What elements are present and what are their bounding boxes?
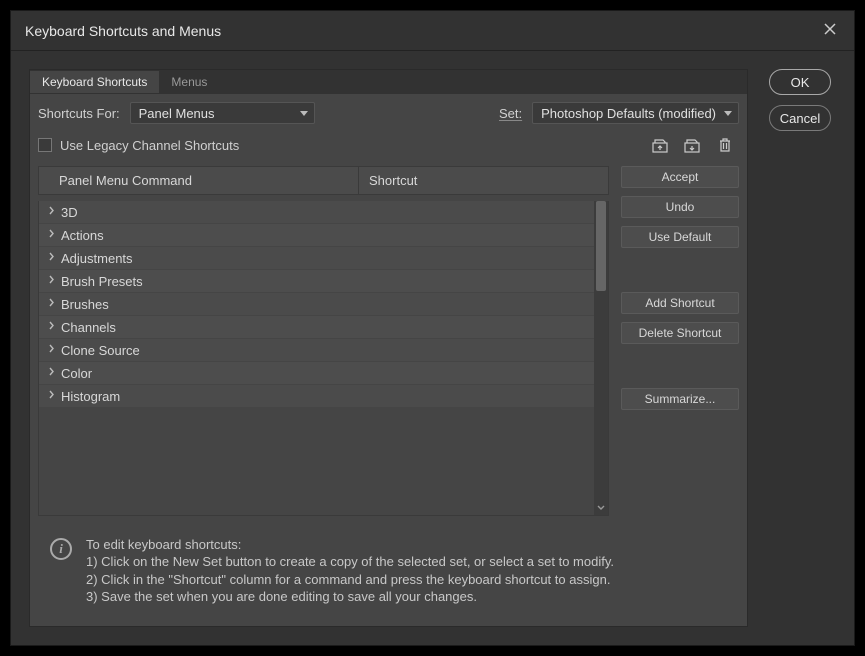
tab-menus[interactable]: Menus xyxy=(159,71,219,93)
chevron-right-icon xyxy=(45,321,57,333)
summarize-button[interactable]: Summarize... xyxy=(621,388,739,410)
table-row[interactable]: Actions xyxy=(39,224,594,247)
help-line-3: 3) Save the set when you are done editin… xyxy=(86,588,614,606)
chevron-right-icon xyxy=(45,275,57,287)
table-header: Panel Menu Command Shortcut xyxy=(38,166,609,195)
save-set-button[interactable] xyxy=(683,136,703,154)
scrollbar-thumb[interactable] xyxy=(596,201,606,291)
set-label: Set: xyxy=(499,106,522,121)
shortcuts-for-select[interactable]: Panel Menus xyxy=(130,102,315,124)
scrollbar-down[interactable] xyxy=(594,501,608,515)
save-set-icon xyxy=(684,137,702,153)
use-default-button[interactable]: Use Default xyxy=(621,226,739,248)
shortcuts-for-value: Panel Menus xyxy=(139,106,215,121)
table-row[interactable]: Channels xyxy=(39,316,594,339)
table-body[interactable]: 3D Actions Adjustments Brush Presets Brushes… xyxy=(39,201,594,515)
close-button[interactable] xyxy=(820,22,840,39)
close-icon xyxy=(824,23,836,35)
table-row[interactable]: Histogram xyxy=(39,385,594,408)
action-button-column: Accept Undo Use Default Add Shortcut Del… xyxy=(621,166,739,516)
undo-button[interactable]: Undo xyxy=(621,196,739,218)
shortcuts-table: Panel Menu Command Shortcut 3D Actions Adj… xyxy=(38,166,609,516)
help-heading: To edit keyboard shortcuts: xyxy=(86,536,614,554)
chevron-right-icon xyxy=(45,344,57,356)
chevron-right-icon xyxy=(45,298,57,310)
help-area: i To edit keyboard shortcuts: 1) Click o… xyxy=(30,524,747,626)
new-set-icon xyxy=(652,137,670,153)
set-icon-row xyxy=(651,136,739,154)
table-body-wrap: 3D Actions Adjustments Brush Presets Brushes… xyxy=(38,201,609,516)
row-label: 3D xyxy=(57,205,78,220)
row-label: Adjustments xyxy=(57,251,133,266)
accept-button[interactable]: Accept xyxy=(621,166,739,188)
row-label: Actions xyxy=(57,228,104,243)
column-command: Panel Menu Command xyxy=(39,167,358,194)
dialog-button-column: OK Cancel xyxy=(764,69,836,627)
set-value: Photoshop Defaults (modified) xyxy=(541,106,716,121)
chevron-right-icon xyxy=(45,252,57,264)
chevron-right-icon xyxy=(45,229,57,241)
shortcuts-for-label: Shortcuts For: xyxy=(38,106,120,121)
table-row[interactable]: Brushes xyxy=(39,293,594,316)
legacy-row: Use Legacy Channel Shortcuts xyxy=(30,124,747,158)
table-row[interactable]: Clone Source xyxy=(39,339,594,362)
content-panel: Keyboard Shortcuts Menus Shortcuts For: … xyxy=(29,69,748,627)
help-line-2: 2) Click in the "Shortcut" column for a … xyxy=(86,571,614,589)
row-label: Brush Presets xyxy=(57,274,143,289)
row-label: Color xyxy=(57,366,92,381)
tabs-row: Keyboard Shortcuts Menus xyxy=(30,70,747,94)
dialog-window: Keyboard Shortcuts and Menus Keyboard Sh… xyxy=(10,10,855,646)
chevron-right-icon xyxy=(45,367,57,379)
shortcuts-for-row: Shortcuts For: Panel Menus Set: Photosho… xyxy=(30,94,747,124)
row-label: Clone Source xyxy=(57,343,140,358)
row-label: Histogram xyxy=(57,389,120,404)
table-row[interactable]: 3D xyxy=(39,201,594,224)
column-shortcut: Shortcut xyxy=(358,167,608,194)
legacy-checkbox[interactable] xyxy=(38,138,52,152)
add-shortcut-button[interactable]: Add Shortcut xyxy=(621,292,739,314)
chevron-right-icon xyxy=(45,390,57,402)
row-label: Channels xyxy=(57,320,116,335)
main-panel-column: Keyboard Shortcuts Menus Shortcuts For: … xyxy=(29,69,748,627)
help-line-1: 1) Click on the New Set button to create… xyxy=(86,553,614,571)
chevron-down-icon xyxy=(597,505,605,511)
dialog-body: Keyboard Shortcuts Menus Shortcuts For: … xyxy=(11,51,854,645)
table-row[interactable]: Brush Presets xyxy=(39,270,594,293)
trash-icon xyxy=(718,137,732,153)
table-scrollbar[interactable] xyxy=(594,201,608,515)
table-row[interactable]: Color xyxy=(39,362,594,385)
cancel-button[interactable]: Cancel xyxy=(769,105,831,131)
dialog-title: Keyboard Shortcuts and Menus xyxy=(25,23,221,39)
delete-set-button[interactable] xyxy=(715,136,735,154)
legacy-label: Use Legacy Channel Shortcuts xyxy=(60,138,239,153)
info-icon: i xyxy=(50,538,72,560)
table-and-buttons: Panel Menu Command Shortcut 3D Actions Adj… xyxy=(30,158,747,524)
help-text: To edit keyboard shortcuts: 1) Click on … xyxy=(86,536,614,606)
new-set-button[interactable] xyxy=(651,136,671,154)
chevron-right-icon xyxy=(45,206,57,218)
row-label: Brushes xyxy=(57,297,109,312)
ok-button[interactable]: OK xyxy=(769,69,831,95)
delete-shortcut-button[interactable]: Delete Shortcut xyxy=(621,322,739,344)
table-row[interactable]: Adjustments xyxy=(39,247,594,270)
set-select[interactable]: Photoshop Defaults (modified) xyxy=(532,102,739,124)
tab-keyboard-shortcuts[interactable]: Keyboard Shortcuts xyxy=(30,71,159,93)
titlebar: Keyboard Shortcuts and Menus xyxy=(11,11,854,51)
